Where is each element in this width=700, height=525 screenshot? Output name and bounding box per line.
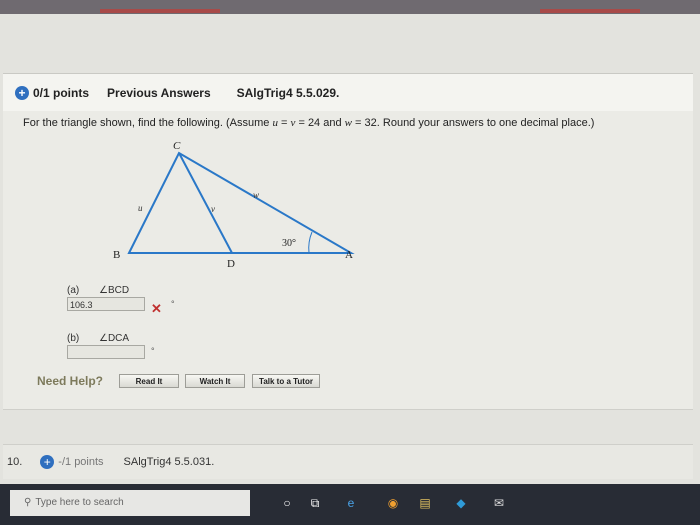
prompt-text: = 32. Round your answers to one decimal … bbox=[352, 117, 595, 129]
triangle-figure: C B D A u v w 30° bbox=[113, 141, 355, 270]
question-id: SAlgTrig4 5.5.029. bbox=[236, 86, 340, 100]
expand-plus-icon[interactable]: + bbox=[40, 455, 55, 469]
side-w-label: w bbox=[253, 190, 259, 200]
triangle-outline bbox=[127, 151, 355, 254]
top-accent-bar-right bbox=[540, 9, 640, 13]
browser-top-bar bbox=[0, 0, 700, 14]
need-help-label: Need Help? bbox=[37, 374, 104, 388]
angle-A-label: 30° bbox=[282, 238, 296, 249]
taskbar-search-box[interactable]: ⚲ Type here to search bbox=[10, 490, 250, 516]
side-v-label: v bbox=[211, 204, 215, 214]
windows-taskbar: ⚲ Type here to search ○ ⧉ e ◉ ▤ ◆ ✉ bbox=[0, 484, 700, 525]
top-accent-bar bbox=[100, 9, 220, 13]
search-placeholder: Type here to search bbox=[35, 497, 124, 508]
prompt-text: = bbox=[277, 117, 291, 129]
expand-plus-icon[interactable]: + bbox=[15, 86, 29, 100]
file-explorer-icon[interactable]: ▤ bbox=[416, 494, 434, 512]
watch-it-button[interactable]: Watch It bbox=[185, 374, 245, 388]
cortana-circle-icon[interactable]: ○ bbox=[278, 494, 296, 512]
part-b-letter: (b) bbox=[67, 333, 80, 344]
answer-input-a[interactable]: 106.3 bbox=[67, 297, 145, 311]
prompt-text: For the triangle shown, find the followi… bbox=[23, 117, 273, 129]
store-icon[interactable]: ◆ bbox=[452, 494, 470, 512]
part-a-angle: ∠BCD bbox=[99, 285, 130, 296]
read-it-button[interactable]: Read It bbox=[119, 374, 179, 388]
vertex-A-label: A bbox=[345, 249, 353, 261]
next-question-id: SAlgTrig4 5.5.031. bbox=[123, 456, 215, 468]
part-a-letter: (a) bbox=[67, 285, 80, 296]
previous-answers-link[interactable]: Previous Answers bbox=[107, 86, 211, 100]
search-icon: ⚲ bbox=[24, 497, 32, 508]
degree-unit-b: ° bbox=[151, 346, 155, 356]
question-number: 10. bbox=[7, 456, 23, 468]
angle-arc-A bbox=[308, 231, 313, 254]
incorrect-x-icon: ✕ bbox=[151, 301, 162, 316]
vertex-C-label: C bbox=[173, 141, 181, 152]
vertex-D-label: D bbox=[227, 258, 235, 270]
task-view-icon[interactable]: ⧉ bbox=[306, 494, 324, 512]
next-question-header: 10. + -/1 points SAlgTrig4 5.5.031. bbox=[3, 444, 693, 479]
prompt-text: = 24 and bbox=[295, 117, 345, 129]
prompt-var-w: w bbox=[344, 117, 352, 129]
points-label: 0/1 points bbox=[33, 86, 90, 100]
question-body: For the triangle shown, find the followi… bbox=[3, 111, 693, 410]
edge-browser-icon[interactable]: e bbox=[342, 494, 360, 512]
degree-unit-a: ° bbox=[171, 299, 175, 309]
question-prompt: For the triangle shown, find the followi… bbox=[23, 117, 594, 129]
next-points-label: -/1 points bbox=[58, 456, 104, 468]
chrome-browser-icon[interactable]: ◉ bbox=[384, 494, 402, 512]
question-header: + 0/1 points Previous Answers SAlgTrig4 … bbox=[3, 73, 693, 113]
vertex-B-label: B bbox=[113, 249, 120, 261]
mail-icon[interactable]: ✉ bbox=[490, 494, 508, 512]
part-b-angle: ∠DCA bbox=[99, 333, 130, 344]
side-u-label: u bbox=[138, 203, 143, 213]
talk-to-tutor-button[interactable]: Talk to a Tutor bbox=[252, 374, 320, 388]
answer-input-b[interactable] bbox=[67, 345, 145, 359]
